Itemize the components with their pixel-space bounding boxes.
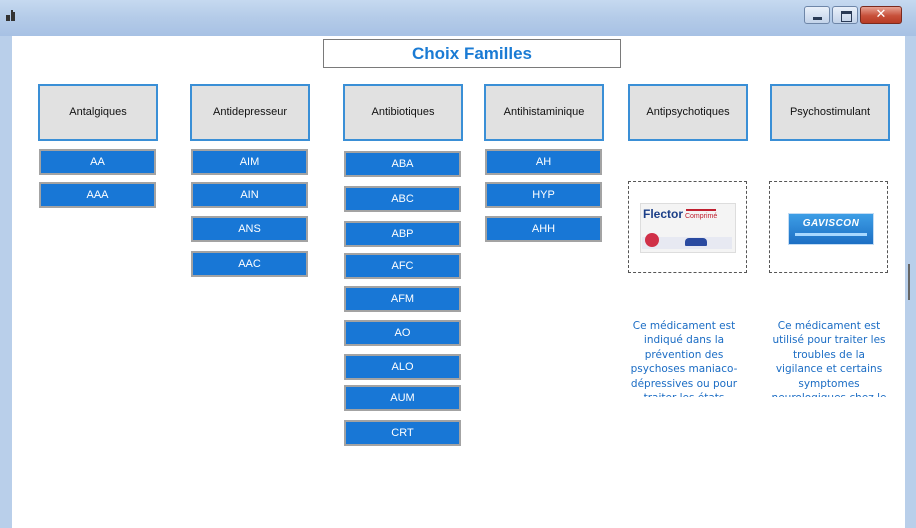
family-antibiotiques-button[interactable]: Antibiotiques — [343, 84, 463, 141]
sub-family-button[interactable]: ANS — [191, 216, 308, 242]
sub-family-button[interactable]: AFC — [344, 253, 461, 279]
sub-family-button[interactable]: AIN — [191, 182, 308, 208]
sub-family-button[interactable]: ABP — [344, 221, 461, 247]
resize-grip[interactable] — [908, 264, 910, 300]
app-icon[interactable] — [6, 10, 18, 22]
family-antipsychotiques-button[interactable]: Antipsychotiques — [628, 84, 748, 141]
maximize-button[interactable] — [832, 6, 858, 24]
flector-red-mark — [645, 233, 659, 247]
family-antihistaminique-button[interactable]: Antihistaminique — [484, 84, 604, 141]
flector-car-icon — [685, 238, 707, 246]
sub-family-button[interactable]: ABC — [344, 186, 461, 212]
product-image-flector: Flector Comprimé — [628, 181, 747, 273]
sub-family-button[interactable]: ABA — [344, 151, 461, 177]
sub-family-button[interactable]: AHH — [485, 216, 602, 242]
product-description-antipsychotiques: Ce médicament est indiqué dans la préven… — [630, 320, 738, 397]
sub-family-button[interactable]: AFM — [344, 286, 461, 312]
minimize-button[interactable] — [804, 6, 830, 24]
sub-family-button[interactable]: AAA — [39, 182, 156, 208]
page-title: Choix Familles — [323, 39, 621, 68]
product-image-gaviscon: GAVISCON — [769, 181, 888, 273]
gaviscon-stripe — [795, 233, 867, 236]
sub-family-button[interactable]: AA — [39, 149, 156, 175]
minimize-icon — [813, 17, 822, 20]
product-description-psychostimulant: Ce médicament est utilisé pour traiter l… — [772, 320, 887, 397]
window-controls: ✕ — [802, 6, 902, 24]
gaviscon-box-image: GAVISCON — [788, 213, 874, 245]
sub-family-button[interactable]: AIM — [191, 149, 308, 175]
window-border-right — [905, 36, 916, 528]
sub-family-button[interactable]: AUM — [344, 385, 461, 411]
sub-family-button[interactable]: AH — [485, 149, 602, 175]
sub-family-button[interactable]: CRT — [344, 420, 461, 446]
flector-stripe-icon — [686, 209, 716, 211]
family-antalgiques-button[interactable]: Antalgiques — [38, 84, 158, 141]
close-button[interactable]: ✕ — [860, 6, 902, 24]
gaviscon-logo: GAVISCON — [802, 218, 860, 229]
sub-family-button[interactable]: ALO — [344, 354, 461, 380]
window-title-bar[interactable]: ✕ — [0, 0, 916, 36]
sub-family-button[interactable]: HYP — [485, 182, 602, 208]
family-antidepresseur-button[interactable]: Antidepresseur — [190, 84, 310, 141]
close-icon: ✕ — [875, 7, 887, 22]
sub-family-button[interactable]: AO — [344, 320, 461, 346]
window-border-left — [0, 36, 12, 528]
sub-family-button[interactable]: AAC — [191, 251, 308, 277]
family-psychostimulant-button[interactable]: Psychostimulant — [770, 84, 890, 141]
maximize-icon — [841, 11, 852, 22]
